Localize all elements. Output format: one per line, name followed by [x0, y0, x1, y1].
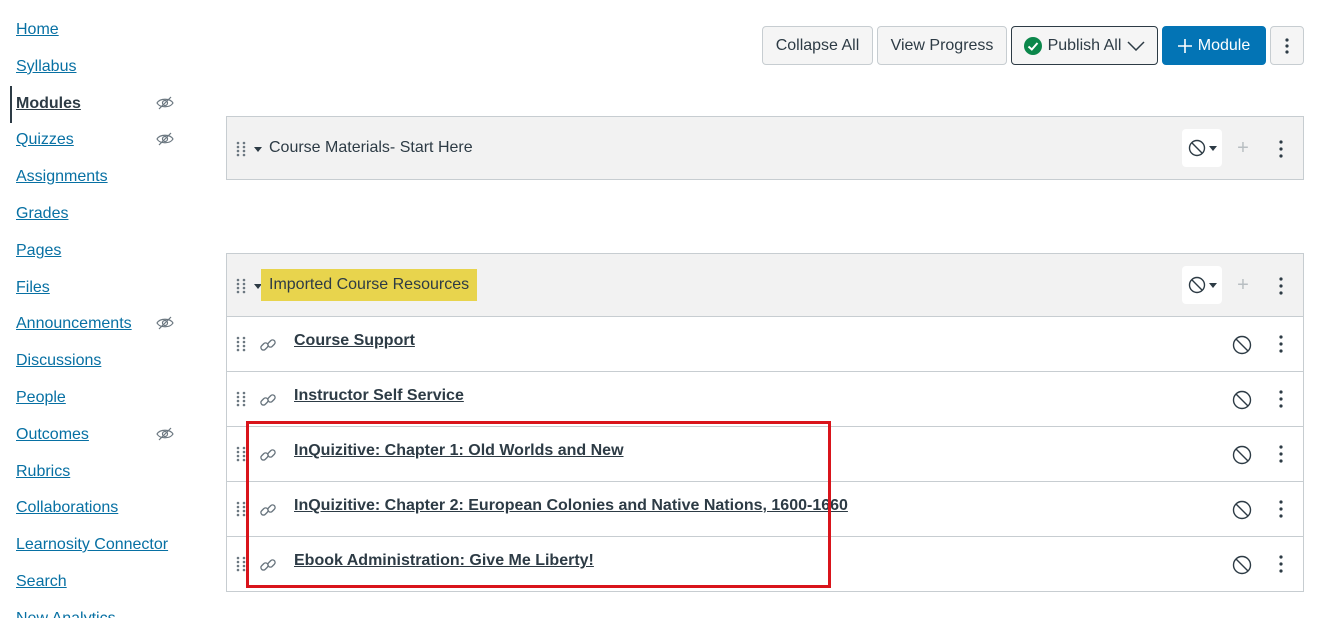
module-header[interactable]: Imported Course Resources + [226, 253, 1304, 317]
drag-handle-icon[interactable] [236, 336, 246, 352]
module-item-link[interactable]: Ebook Administration: Give Me Liberty! [294, 552, 594, 570]
module-item-link[interactable]: InQuizitive: Chapter 1: Old Worlds and N… [294, 442, 624, 460]
caret-down-icon [1208, 145, 1217, 151]
nav-item-announcements[interactable]: Announcements [16, 312, 132, 336]
active-indicator [10, 86, 12, 123]
plus-icon [1177, 38, 1192, 53]
unpublished-icon[interactable] [1232, 555, 1252, 575]
view-progress-button[interactable]: View Progress [877, 26, 1007, 65]
drag-handle-icon[interactable] [236, 141, 246, 157]
module-item-row: Course Support [226, 317, 1304, 372]
collapse-caret-icon[interactable] [254, 147, 262, 152]
link-icon [260, 339, 276, 351]
nav-item-rubrics[interactable]: Rubrics [16, 460, 70, 484]
unpublished-icon [1188, 139, 1205, 157]
kebab-icon [1285, 37, 1289, 54]
nav-item-people[interactable]: People [16, 386, 66, 410]
nav-item-files[interactable]: Files [16, 276, 50, 300]
module-title[interactable]: Imported Course Resources [261, 269, 478, 301]
drag-handle-icon[interactable] [236, 446, 246, 462]
nav-item-new-analytics[interactable]: New Analytics [16, 607, 116, 618]
add-item-button[interactable]: + [1233, 275, 1253, 295]
check-circle-icon [1023, 36, 1042, 55]
module-item-row: Ebook Administration: Give Me Liberty! [226, 537, 1304, 592]
kebab-icon[interactable] [1273, 499, 1289, 519]
add-item-button[interactable]: + [1233, 138, 1253, 158]
module-item-row: InQuizitive: Chapter 2: European Colonie… [226, 482, 1304, 537]
drag-handle-icon[interactable] [236, 501, 246, 517]
drag-handle-icon[interactable] [236, 556, 246, 572]
unpublished-icon [1188, 276, 1205, 294]
eye-slash-icon [156, 96, 174, 110]
link-icon [260, 559, 276, 571]
chevron-down-icon [1127, 40, 1145, 51]
nav-item-collaborations[interactable]: Collaborations [16, 496, 118, 520]
publish-all-label: Publish All [1047, 36, 1122, 54]
module-item-link[interactable]: Instructor Self Service [294, 387, 464, 405]
kebab-icon[interactable] [1273, 139, 1289, 159]
nav-item-quizzes[interactable]: Quizzes [16, 128, 74, 152]
caret-down-icon [1208, 282, 1217, 288]
collapse-all-button[interactable]: Collapse All [762, 26, 873, 65]
module-item-link[interactable]: Course Support [294, 332, 415, 350]
nav-item-discussions[interactable]: Discussions [16, 349, 101, 373]
unpublished-icon[interactable] [1232, 500, 1252, 520]
drag-handle-icon[interactable] [236, 278, 246, 294]
unpublished-icon[interactable] [1232, 445, 1252, 465]
nav-item-learnosity-connector[interactable]: Learnosity Connector [16, 533, 168, 557]
nav-item-modules[interactable]: Modules [16, 92, 81, 116]
link-icon [260, 449, 276, 461]
nav-item-pages[interactable]: Pages [16, 239, 61, 263]
nav-item-outcomes[interactable]: Outcomes [16, 423, 89, 447]
nav-item-grades[interactable]: Grades [16, 202, 68, 226]
kebab-icon[interactable] [1273, 334, 1289, 354]
module-item-row: InQuizitive: Chapter 1: Old Worlds and N… [226, 427, 1304, 482]
eye-slash-icon [156, 316, 174, 330]
nav-item-search[interactable]: Search [16, 570, 67, 594]
add-module-button[interactable]: Module [1162, 26, 1266, 65]
module-item-link[interactable]: InQuizitive: Chapter 2: European Colonie… [294, 497, 848, 515]
nav-item-home[interactable]: Home [16, 18, 59, 42]
kebab-icon[interactable] [1273, 444, 1289, 464]
link-icon [260, 394, 276, 406]
nav-item-assignments[interactable]: Assignments [16, 165, 108, 189]
module-header[interactable]: Course Materials- Start Here + [226, 116, 1304, 180]
course-nav: Home Syllabus Modules Quizzes Assignment… [0, 0, 200, 618]
module-publish-menu[interactable] [1182, 266, 1222, 304]
unpublished-icon[interactable] [1232, 390, 1252, 410]
unpublished-icon[interactable] [1232, 335, 1252, 355]
kebab-icon[interactable] [1273, 554, 1289, 574]
add-module-label: Module [1197, 36, 1251, 54]
publish-all-button[interactable]: Publish All [1011, 26, 1158, 65]
module-item-row: Instructor Self Service [226, 372, 1304, 427]
eye-slash-icon [156, 132, 174, 146]
link-icon [260, 504, 276, 516]
kebab-icon[interactable] [1273, 389, 1289, 409]
more-options-button[interactable] [1270, 26, 1304, 65]
module-publish-menu[interactable] [1182, 129, 1222, 167]
nav-item-syllabus[interactable]: Syllabus [16, 55, 76, 79]
drag-handle-icon[interactable] [236, 391, 246, 407]
eye-slash-icon [156, 427, 174, 441]
kebab-icon[interactable] [1273, 276, 1289, 296]
module-title[interactable]: Course Materials- Start Here [269, 139, 473, 157]
